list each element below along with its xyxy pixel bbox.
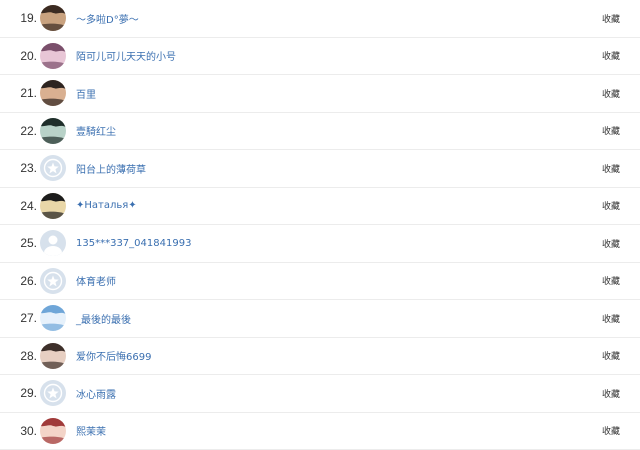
user-name-link[interactable]: 百里: [76, 75, 96, 112]
rank-number: 27.: [0, 300, 37, 337]
rank-number: 20.: [0, 38, 37, 75]
user-name-link[interactable]: 壹騎红尘: [76, 113, 116, 150]
list-item: 22. 壹騎红尘 收藏: [0, 113, 640, 151]
list-item: 26. 体育老师 收藏: [0, 263, 640, 301]
list-item: 20. 陌可儿可儿天天的小号 收藏: [0, 38, 640, 76]
list-item: 29. 冰心雨露 收藏: [0, 375, 640, 413]
photo-anime-red-icon[interactable]: [40, 418, 66, 444]
collect-button[interactable]: 收藏: [602, 338, 620, 375]
rank-number: 26.: [0, 263, 37, 300]
user-name-link[interactable]: 熙茉茉: [76, 413, 106, 450]
list-item: 19. ～多啦D°夢～ 收藏: [0, 0, 640, 38]
collect-button[interactable]: 收藏: [602, 0, 620, 37]
list-item: 25. 135***337_041841993 收藏: [0, 225, 640, 263]
collect-button[interactable]: 收藏: [602, 300, 620, 337]
list-item: 27. _最後的最後 收藏: [0, 300, 640, 338]
user-name-link[interactable]: 爱你不后悔6699: [76, 338, 151, 375]
list-item: 24. ✦Наталья✦ 收藏: [0, 188, 640, 226]
collect-button[interactable]: 收藏: [602, 375, 620, 412]
rank-number: 24.: [0, 188, 37, 225]
user-name-link[interactable]: 体育老师: [76, 263, 116, 300]
rank-number: 23.: [0, 150, 37, 187]
list-item: 28. 爱你不后悔6699 收藏: [0, 338, 640, 376]
collect-button[interactable]: 收藏: [602, 75, 620, 112]
rank-number: 22.: [0, 113, 37, 150]
photo-dark-hair-icon[interactable]: [40, 5, 66, 31]
collect-button[interactable]: 收藏: [602, 263, 620, 300]
user-name-link[interactable]: ～多啦D°夢～: [76, 0, 139, 37]
photo-anime-girl-icon[interactable]: [40, 43, 66, 69]
collect-button[interactable]: 收藏: [602, 38, 620, 75]
photo-man-icon[interactable]: [40, 80, 66, 106]
photo-woman-icon[interactable]: [40, 343, 66, 369]
user-name-link[interactable]: 135***337_041841993: [76, 225, 191, 262]
user-name-link[interactable]: 陌可儿可儿天天的小号: [76, 38, 176, 75]
rank-number: 21.: [0, 75, 37, 112]
photo-sky-icon[interactable]: [40, 305, 66, 331]
default-star-avatar-icon[interactable]: [40, 268, 66, 294]
user-name-link[interactable]: _最後的最後: [76, 300, 131, 337]
user-name-link[interactable]: 阳台上的薄荷草: [76, 150, 146, 187]
list-item: 21. 百里 收藏: [0, 75, 640, 113]
default-star-avatar-icon[interactable]: [40, 155, 66, 181]
collect-button[interactable]: 收藏: [602, 113, 620, 150]
default-person-avatar-icon[interactable]: [40, 230, 66, 256]
list-item: 23. 阳台上的薄荷草 收藏: [0, 150, 640, 188]
collect-button[interactable]: 收藏: [602, 150, 620, 187]
photo-doll-icon[interactable]: [40, 193, 66, 219]
rank-number: 19.: [0, 0, 37, 37]
user-name-link[interactable]: ✦Наталья✦: [76, 188, 137, 225]
collect-button[interactable]: 收藏: [602, 413, 620, 450]
user-ranking-list: 19.～多啦D°夢～收藏20.陌可儿可儿天天的小号收藏21.百里收藏22.壹騎红…: [0, 0, 640, 450]
user-name-link[interactable]: 冰心雨露: [76, 375, 116, 412]
rank-number: 29.: [0, 375, 37, 412]
rank-number: 28.: [0, 338, 37, 375]
default-star-avatar-icon[interactable]: [40, 380, 66, 406]
collect-button[interactable]: 收藏: [602, 188, 620, 225]
rank-number: 25.: [0, 225, 37, 262]
photo-landscape-icon[interactable]: [40, 118, 66, 144]
collect-button[interactable]: 收藏: [602, 225, 620, 262]
rank-number: 30.: [0, 413, 37, 450]
list-item: 30. 熙茉茉 收藏: [0, 413, 640, 450]
